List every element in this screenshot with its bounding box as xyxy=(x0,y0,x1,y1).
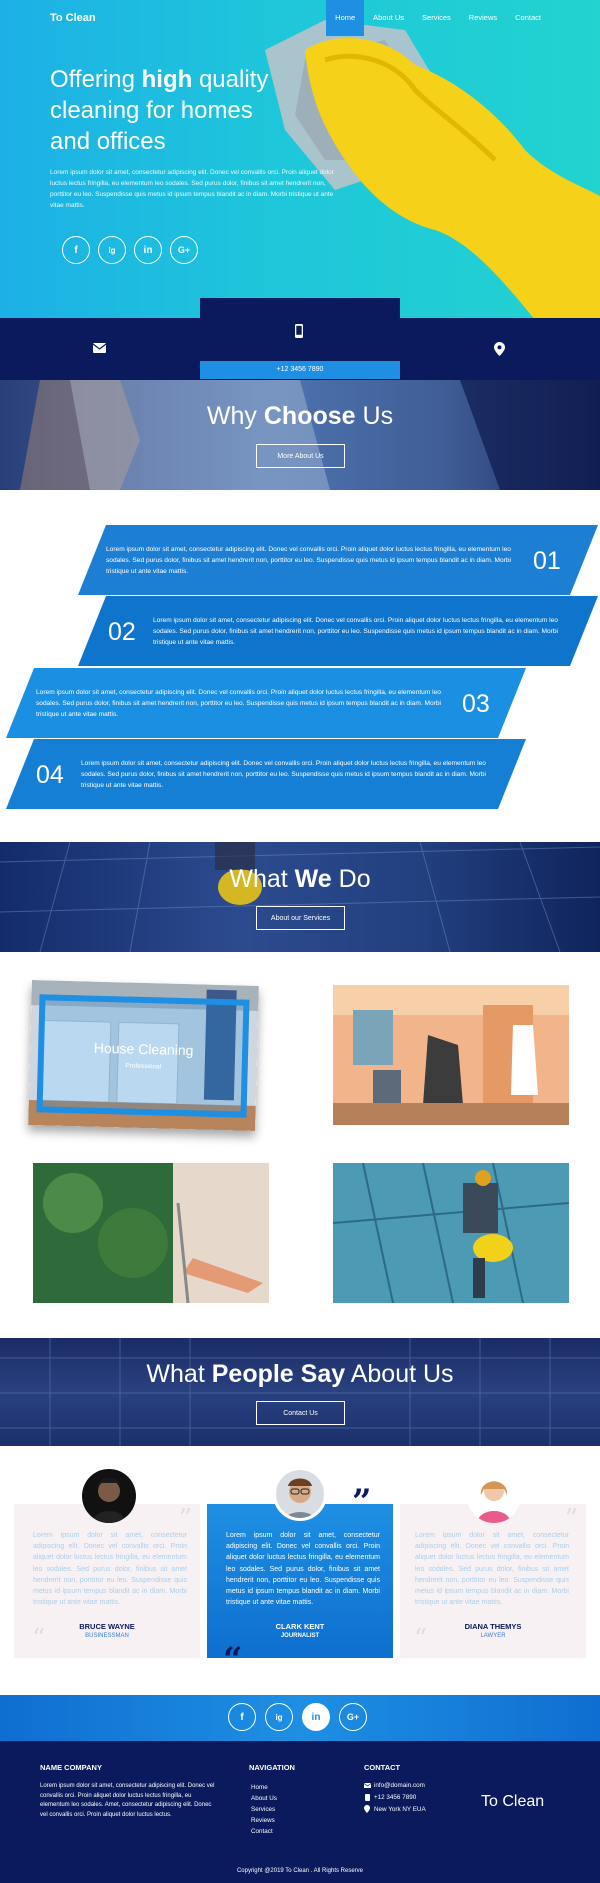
feature-item: 02 Lorem ipsum dolor sit amet, consectet… xyxy=(78,596,598,666)
phone-number[interactable]: +12 3456 7890 xyxy=(200,361,400,379)
service-card-house-cleaning[interactable]: House Cleaning Professional xyxy=(28,980,259,1131)
service-card-high-rise[interactable] xyxy=(333,1163,569,1303)
instagram-icon[interactable]: ig xyxy=(265,1703,293,1731)
feature-text: Lorem ipsum dolor sit amet, consectetur … xyxy=(106,546,511,575)
location-pin-icon xyxy=(364,1805,370,1813)
testimonial-text: Lorem ipsum dolor sit amet, consectetur … xyxy=(415,1532,569,1607)
nav-item-reviews[interactable]: Reviews xyxy=(460,0,506,36)
what-title: What We Do xyxy=(229,865,371,893)
footer-nav-home[interactable]: Home xyxy=(251,1782,268,1793)
feature-number: 02 xyxy=(108,618,136,646)
footer-nav-services[interactable]: Services xyxy=(251,1804,275,1815)
quote-close-icon: ” xyxy=(352,1482,372,1522)
avatar xyxy=(467,1469,521,1523)
feature-item: 04 Lorem ipsum dolor sit amet, consectet… xyxy=(6,739,526,809)
window-cleaning-photo xyxy=(33,1163,269,1303)
feature-text: Lorem ipsum dolor sit amet, consectetur … xyxy=(153,617,558,646)
testimonials-title: What People Say About Us xyxy=(146,1360,454,1388)
linkedin-icon[interactable]: in xyxy=(302,1703,330,1731)
about-services-button[interactable]: About our Services xyxy=(256,906,345,930)
testimonials-banner: What People Say About Us Contact Us xyxy=(0,1338,600,1446)
facebook-icon[interactable]: f xyxy=(62,236,90,264)
testimonial-role: LAWYER xyxy=(480,1633,506,1639)
testimonial-card: ” “ Lorem ipsum dolor sit amet, consecte… xyxy=(14,1504,200,1658)
footer-nav-reviews[interactable]: Reviews xyxy=(251,1815,275,1826)
nav-item-contact[interactable]: Contact xyxy=(506,0,550,36)
phone-icon xyxy=(365,1794,370,1801)
footer-nav-about[interactable]: About Us xyxy=(251,1793,277,1804)
nav-item-about[interactable]: About Us xyxy=(364,0,413,36)
footer-nav-contact[interactable]: Contact xyxy=(251,1826,273,1837)
footer-copyright: Copyright @2019 To Clean . All Rights Re… xyxy=(236,1868,364,1874)
feature-text: Lorem ipsum dolor sit amet, consectetur … xyxy=(36,689,441,718)
testimonial-name: DIANA THEMYS xyxy=(464,1622,522,1631)
hero-social-links: f ig in G+ xyxy=(62,236,198,264)
footer: NAME COMPANY Lorem ipsum dolor sit amet,… xyxy=(0,1741,600,1883)
why-title: Why Choose Us xyxy=(206,402,394,430)
footer-email[interactable]: info@domain.com xyxy=(374,1780,425,1791)
main-menu: Home About Us Services Reviews Contact xyxy=(326,0,550,36)
footer-nav-heading: NAVIGATION xyxy=(249,1763,295,1772)
nav-item-home[interactable]: Home xyxy=(326,0,365,36)
hero-section: Offering high quality cleaning for homes… xyxy=(0,0,600,318)
service-card-painting[interactable] xyxy=(333,985,569,1125)
footer-phone[interactable]: +12 3456 7890 xyxy=(374,1792,416,1803)
more-about-us-button[interactable]: More About Us xyxy=(256,444,345,468)
feature-item: Lorem ipsum dolor sit amet, consectetur … xyxy=(78,525,598,595)
testimonial-name: BRUCE WAYNE xyxy=(79,1622,135,1631)
feature-number: 01 xyxy=(533,547,561,575)
avatar xyxy=(82,1469,136,1523)
feature-number: 03 xyxy=(462,690,490,718)
why-choose-banner: Why Choose Us More About Us xyxy=(0,380,600,490)
nav-item-services[interactable]: Services xyxy=(413,0,460,36)
testimonial-text: Lorem ipsum dolor sit amet, consectetur … xyxy=(226,1532,380,1607)
testimonial-name: CLARK KENT xyxy=(275,1622,325,1631)
testimonial-card: ” “ Lorem ipsum dolor sit amet, consecte… xyxy=(400,1504,586,1658)
testimonial-role: JOURNALIST xyxy=(280,1633,320,1639)
social-links: f ig in G+ xyxy=(228,1703,367,1731)
feature-number: 04 xyxy=(36,761,64,789)
instagram-icon[interactable]: ig xyxy=(98,236,126,264)
facebook-icon[interactable]: f xyxy=(228,1703,256,1731)
footer-company-text: Lorem ipsum dolor sit amet, consectetur … xyxy=(40,1783,215,1818)
social-band: f ig in G+ xyxy=(0,1695,600,1741)
hero-title: Offering high quality cleaning for homes… xyxy=(50,66,269,155)
building-photo xyxy=(0,1338,600,1446)
service-card-windows[interactable] xyxy=(33,1163,269,1303)
what-we-do-banner: What We Do About our Services xyxy=(0,842,600,952)
painting-photo xyxy=(333,985,569,1125)
why-banner-photo xyxy=(20,380,600,490)
contact-us-button[interactable]: Contact Us xyxy=(256,1401,345,1425)
testimonial-role: BUSINESSMAN xyxy=(85,1633,129,1639)
quote-open-icon: “ xyxy=(223,1640,243,1680)
testimonial-text: Lorem ipsum dolor sit amet, consectetur … xyxy=(33,1532,187,1607)
top-navbar: To Clean Home About Us Services Reviews … xyxy=(0,0,600,36)
linkedin-icon[interactable]: in xyxy=(134,236,162,264)
footer-brand[interactable]: To Clean xyxy=(481,1793,544,1811)
avatar xyxy=(273,1467,327,1521)
google-plus-icon[interactable]: G+ xyxy=(339,1703,367,1731)
google-plus-icon[interactable]: G+ xyxy=(170,236,198,264)
feature-text: Lorem ipsum dolor sit amet, consectetur … xyxy=(81,760,486,789)
testimonial-card-featured: Lorem ipsum dolor sit amet, consectetur … xyxy=(207,1504,393,1658)
hero-description: Lorem ipsum dolor sit amet, consectetur … xyxy=(50,169,334,209)
location-pin-icon[interactable] xyxy=(494,342,505,356)
footer-contact-heading: CONTACT xyxy=(364,1763,401,1772)
mail-icon[interactable] xyxy=(93,343,106,353)
mail-icon xyxy=(364,1783,371,1788)
footer-address: New York NY EUA xyxy=(374,1806,426,1813)
footer-company-heading: NAME COMPANY xyxy=(40,1763,102,1772)
what-banner-photo xyxy=(0,842,600,952)
high-rise-photo xyxy=(333,1163,569,1303)
site-logo[interactable]: To Clean xyxy=(50,12,96,24)
phone-icon[interactable] xyxy=(294,324,304,338)
feature-item: Lorem ipsum dolor sit amet, consectetur … xyxy=(6,668,526,738)
